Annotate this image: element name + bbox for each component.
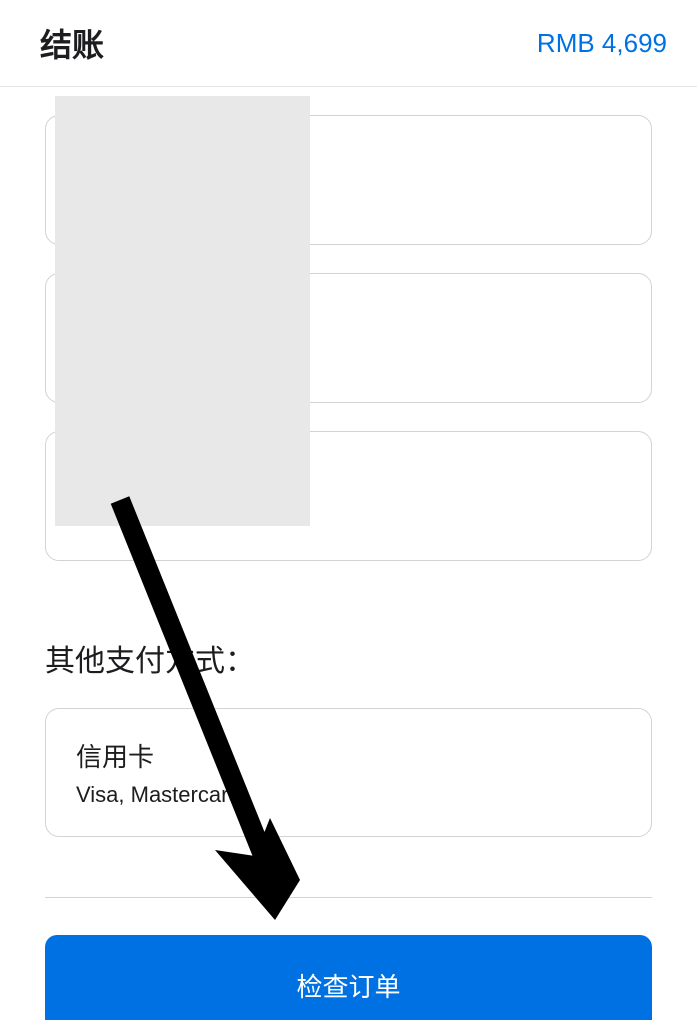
checkout-header: 结账 RMB 4,699 — [0, 0, 697, 87]
credit-card-option[interactable]: 信用卡 Visa, Mastercard — [45, 708, 652, 837]
total-price[interactable]: RMB 4,699 — [537, 28, 667, 59]
credit-card-title: 信用卡 — [76, 737, 621, 774]
footer-area: 检查订单 — [0, 935, 697, 1020]
credit-card-subtitle: Visa, Mastercard — [76, 782, 621, 808]
redaction-overlay — [55, 96, 310, 526]
section-divider — [45, 897, 652, 898]
review-order-button[interactable]: 检查订单 — [45, 935, 652, 1020]
other-payment-section-title: 其他支付方式： — [45, 636, 652, 680]
page-title: 结账 — [40, 20, 104, 66]
